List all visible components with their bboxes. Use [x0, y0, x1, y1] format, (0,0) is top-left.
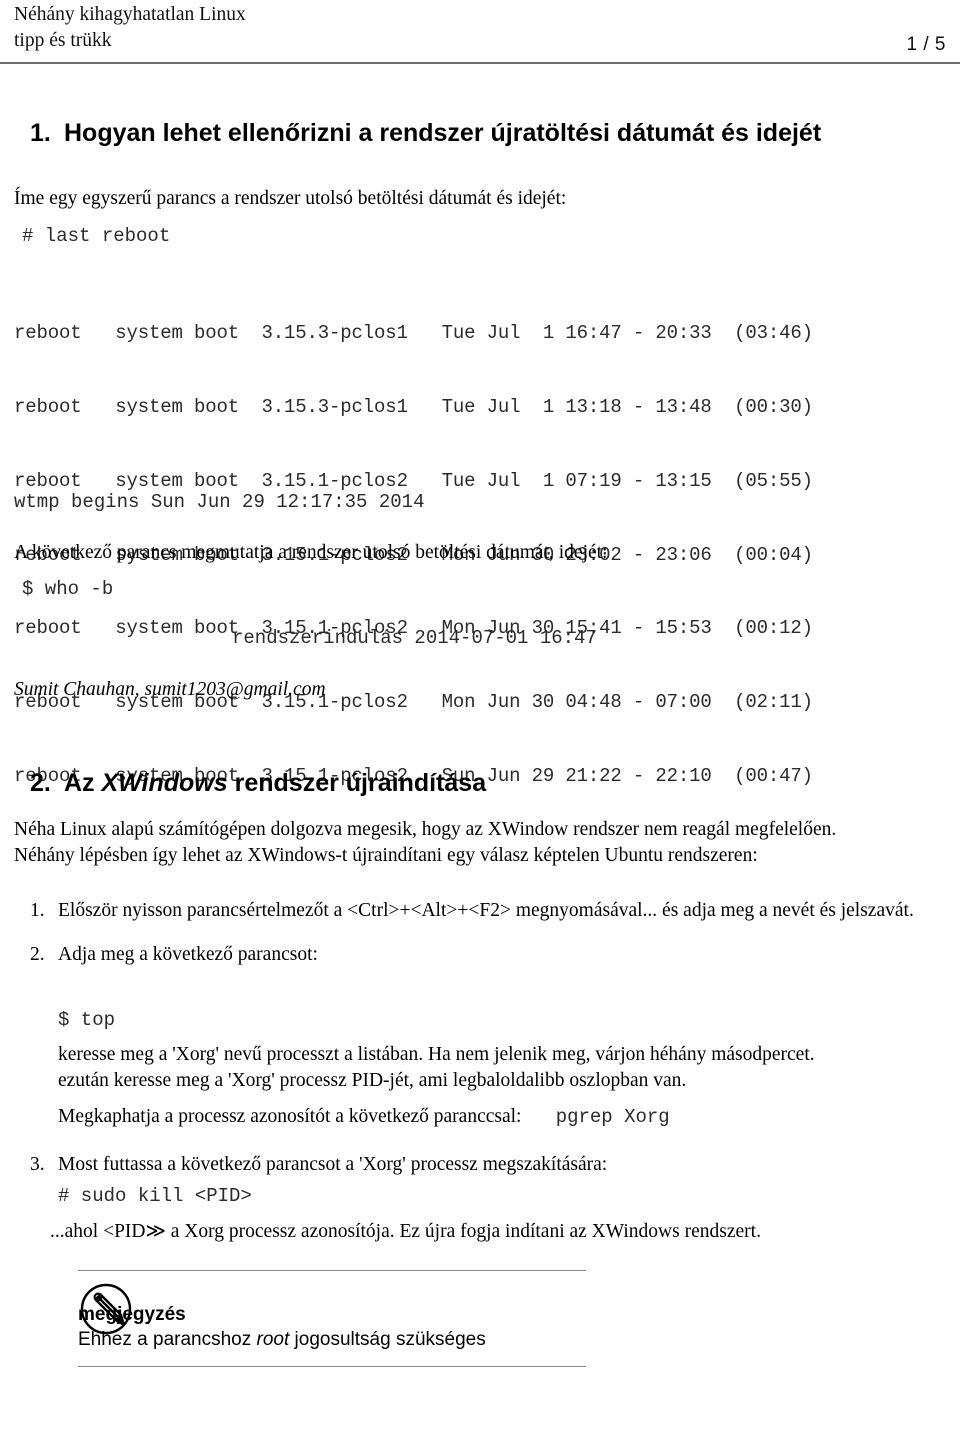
note-label: megjegyzés: [78, 1304, 186, 1325]
section-1-number: 1.: [30, 119, 51, 147]
command-who-b: $ who -b: [22, 578, 114, 600]
list-item-text: Most futtassa a következő parancsot a 'X…: [58, 1154, 608, 1175]
section-1-heading: 1. Hogyan lehet ellenőrizni a rendszer új…: [30, 118, 821, 148]
command-top: $ top: [58, 1009, 116, 1031]
note-bottom-divider: [78, 1366, 586, 1367]
section-2-paragraph-line-2: Néhány lépésben így lehet az XWindows-t …: [14, 844, 758, 866]
list-item-text: Adja meg a következő parancsot:: [58, 943, 318, 965]
document-page: Néhány kihagyhatatlan Linux tipp és trük…: [0, 0, 960, 1454]
note-body-emphasis: root: [256, 1329, 290, 1350]
section-2-paragraph: Néha Linux alapú számítógépen dolgozva m…: [14, 817, 948, 868]
list-item-marker: 1.: [30, 900, 45, 921]
terminal-wtmp-line: wtmp begins Sun Jun 29 12:17:35 2014: [14, 491, 425, 513]
note-content: megjegyzés Ehhez a parancshoz root jogos…: [78, 1271, 586, 1366]
running-header: Néhány kihagyhatatlan Linux tipp és trük…: [0, 0, 960, 66]
step-2-followup-line-2: ezután keresse meg a 'Xorg' processz PID…: [58, 1069, 687, 1091]
section-1-heading-text: Hogyan lehet ellenőrizni a rendszer újra…: [64, 119, 822, 147]
header-title: Néhány kihagyhatatlan Linux tipp és trük…: [14, 2, 534, 54]
section-2-paragraph-line-1: Néha Linux alapú számítógépen dolgozva m…: [14, 819, 837, 840]
header-divider: [0, 62, 960, 64]
page-number: 1 / 5: [906, 34, 946, 55]
pencil-icon: [80, 1283, 132, 1335]
section-2-heading-suffix: rendszer újraindítása: [227, 769, 487, 797]
section-2-heading-prefix: Az: [64, 769, 102, 797]
step-2-followup: keresse meg a 'Xorg' nevű processzt a li…: [58, 1042, 948, 1093]
command-last-reboot: # last reboot: [22, 225, 171, 247]
list-item-marker: 3.: [30, 1154, 45, 1175]
step-2-pgrep-prefix: Megkaphatja a processz azonosítót a köve…: [58, 1106, 522, 1127]
list-item-text: Először nyisson parancsértelmezőt a <Ctr…: [58, 900, 914, 921]
note-admonition: megjegyzés Ehhez a parancshoz root jogos…: [78, 1270, 586, 1367]
list-item: 1. Először nyisson parancsértelmezőt a <…: [0, 898, 960, 924]
section-1-intro: Íme egy egyszerű parancs a rendszer utol…: [14, 188, 567, 209]
section-2-heading: 2. Az XWindows rendszer újraindítása: [30, 768, 486, 798]
list-item: 3. Most futtassa a következő parancsot a…: [0, 1152, 960, 1178]
step-2-pgrep-line: Megkaphatja a processz azonosítót a köve…: [58, 1104, 948, 1131]
note-body: Ehhez a parancshoz root jogosultság szük…: [78, 1327, 586, 1352]
command-sudo-kill: # sudo kill <PID>: [58, 1185, 252, 1207]
terminal-row: reboot system boot 3.15.3-pclos1 Tue Jul…: [14, 322, 813, 345]
terminal-output-who-b: rendszerindulás 2014-07-01 16:47: [232, 627, 597, 649]
section-1-second-intro: A következő parancs megmutatja a rendsze…: [14, 542, 608, 563]
step-3-followup: ...ahol <PID≫ a Xorg processz azonosítój…: [50, 1221, 761, 1242]
steps-list-continued: 3. Most futtassa a következő parancsot a…: [0, 1152, 960, 1178]
steps-list: 1. Először nyisson parancsértelmezőt a <…: [0, 898, 960, 967]
step-2-followup-line-1: keresse meg a 'Xorg' nevű processzt a li…: [58, 1044, 815, 1065]
command-pgrep-xorg: pgrep Xorg: [555, 1106, 670, 1128]
header-title-line-2: tipp és trükk: [14, 30, 112, 51]
terminal-row: reboot system boot 3.15.3-pclos1 Tue Jul…: [14, 395, 813, 418]
section-2-number: 2.: [30, 769, 51, 797]
section-2-heading-emphasis: XWindows: [101, 769, 228, 797]
note-text: megjegyzés Ehhez a parancshoz root jogos…: [78, 1303, 586, 1352]
list-item: 2. Adja meg a következő parancsot:: [0, 942, 960, 968]
note-body-suffix: jogosultság szükséges: [289, 1329, 486, 1350]
header-title-line-1: Néhány kihagyhatatlan Linux: [14, 4, 246, 25]
author-byline: Sumit Chauhan, sumit1203@gmail.com: [14, 679, 326, 700]
list-item-marker: 2.: [30, 943, 45, 965]
